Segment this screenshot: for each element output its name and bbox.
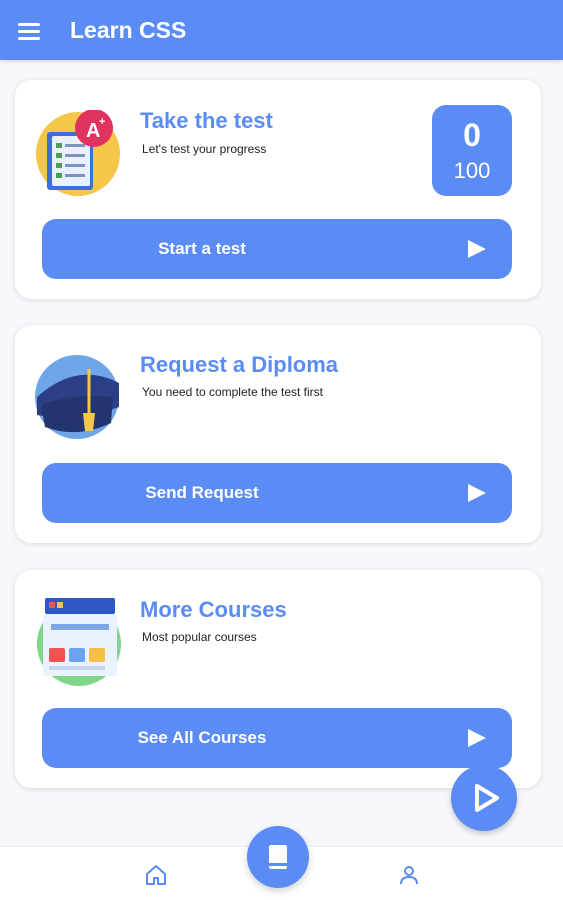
graduation-cap-icon [33, 353, 121, 441]
button-label: Start a test [158, 239, 246, 258]
test-illustration-icon: A + [35, 109, 123, 198]
take-test-card: A + Take the test Let's test your progre… [15, 80, 541, 299]
send-request-button[interactable]: Send Request [42, 463, 512, 523]
svg-text:+: + [99, 116, 105, 128]
card-title: More Courses [140, 597, 287, 622]
profile-icon[interactable] [397, 863, 421, 892]
app-bar: Learn CSS [0, 0, 563, 60]
arrow-right-icon [468, 729, 486, 747]
card-title: Request a Diploma [140, 352, 339, 377]
button-label: Send Request [145, 483, 259, 502]
see-all-courses-button[interactable]: See All Courses [42, 708, 512, 768]
home-icon[interactable] [144, 863, 168, 892]
score-value: 0 [463, 117, 481, 153]
score-badge: 0 100 [432, 105, 512, 196]
score-max: 100 [453, 158, 491, 183]
play-button[interactable] [451, 765, 517, 831]
card-subtitle: You need to complete the test first [142, 385, 324, 399]
app-title: Learn CSS [70, 16, 187, 43]
menu-icon[interactable] [18, 20, 42, 40]
card-title: Take the test [140, 108, 273, 133]
courses-illustration-icon [35, 596, 123, 686]
start-test-button[interactable]: Start a test [42, 219, 512, 279]
play-icon [475, 784, 499, 812]
request-diploma-card: Request a Diploma You need to complete t… [15, 325, 541, 543]
button-label: See All Courses [137, 728, 267, 747]
book-button[interactable] [247, 826, 309, 888]
more-courses-card: More Courses Most popular courses See Al… [15, 570, 541, 788]
card-subtitle: Let's test your progress [142, 142, 267, 156]
arrow-right-icon [468, 240, 486, 258]
book-icon [269, 845, 287, 869]
card-subtitle: Most popular courses [142, 630, 257, 644]
arrow-right-icon [468, 484, 486, 502]
